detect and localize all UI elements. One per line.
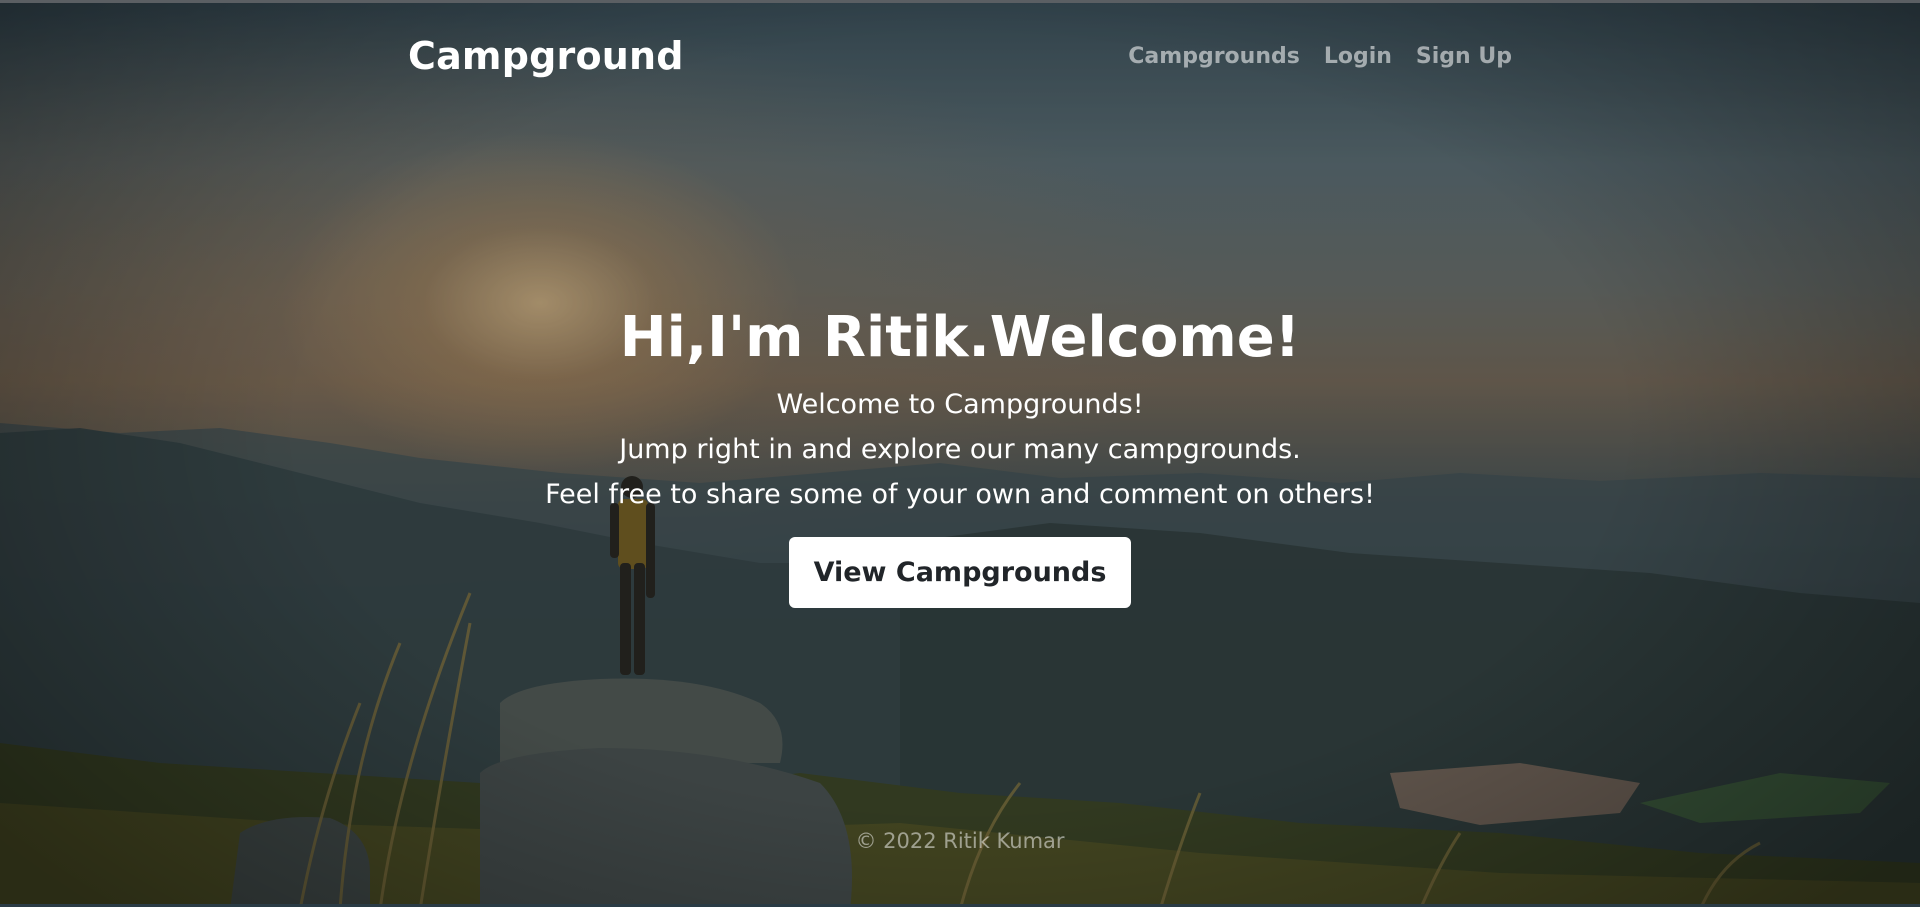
page-frame: Campground Campgrounds Login Sign Up Hi,… — [0, 0, 1920, 907]
nav-link-sign-up[interactable]: Sign Up — [1416, 44, 1512, 69]
hero-section: Hi,I'm Ritik.Welcome! Welcome to Campgro… — [0, 298, 1920, 608]
hero-title: Hi,I'm Ritik.Welcome! — [619, 305, 1301, 370]
nav-link-login[interactable]: Login — [1324, 44, 1392, 69]
brand-logo-link[interactable]: Campground — [408, 34, 684, 78]
hero-line-welcome: Welcome to Campgrounds! — [776, 389, 1144, 420]
footer: © 2022 Ritik Kumar — [0, 829, 1920, 853]
view-campgrounds-button[interactable]: View Campgrounds — [788, 537, 1132, 608]
copyright-text: © 2022 Ritik Kumar — [855, 829, 1065, 853]
hero-line-explore: Jump right in and explore our many campg… — [619, 434, 1301, 465]
nav-link-campgrounds[interactable]: Campgrounds — [1128, 44, 1300, 69]
nav-links: Campgrounds Login Sign Up — [1128, 44, 1512, 69]
top-navbar: Campground Campgrounds Login Sign Up — [408, 3, 1512, 109]
hero-line-share: Feel free to share some of your own and … — [545, 479, 1375, 510]
